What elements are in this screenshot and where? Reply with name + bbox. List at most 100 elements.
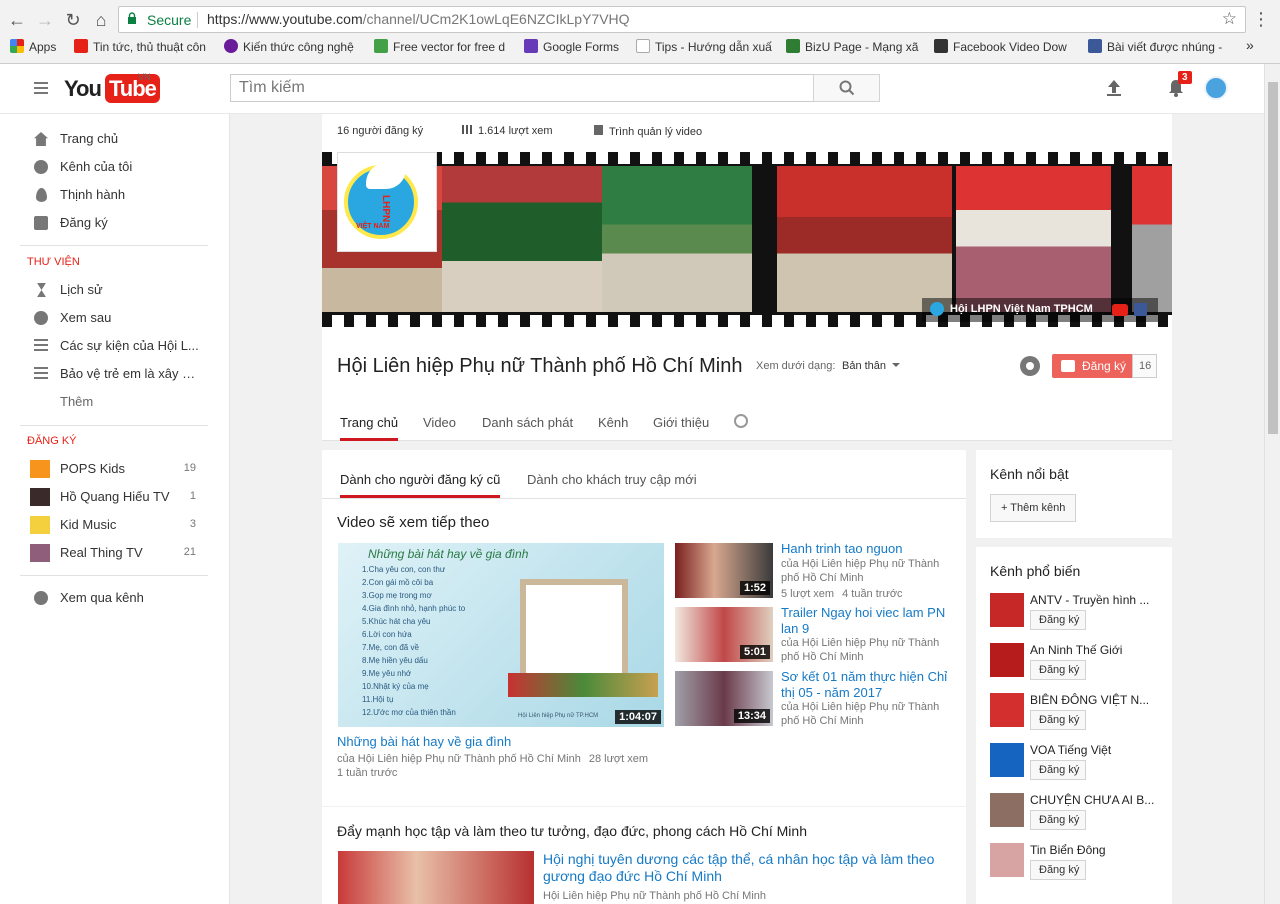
home-icon	[34, 132, 48, 146]
sidebar-sub-kid-music[interactable]: Kid Music 3	[0, 511, 230, 539]
subscribe-button[interactable]: Đăng ký	[1030, 660, 1086, 680]
banner-links[interactable]: Hội LHPN Việt Nam TPHCM	[922, 298, 1158, 322]
youtube-header: You Tube VN Tìm kiếm 3	[0, 64, 1264, 114]
subscribe-button[interactable]: Đăng ký	[1052, 354, 1132, 378]
flame-icon	[36, 188, 47, 202]
video-thumbnail[interactable]: 1:52	[675, 543, 773, 598]
bookmark-item[interactable]: Google Forms	[524, 39, 644, 54]
sidebar-item-trending[interactable]: Thịnh hành	[0, 181, 230, 209]
featured-video-title[interactable]: Những bài hát hay về gia đình	[337, 734, 511, 750]
popular-channels-heading: Kênh phổ biến	[990, 563, 1081, 579]
thumbnail-song-line: 6.Lời con hứa	[362, 630, 412, 639]
account-avatar[interactable]	[1204, 76, 1228, 100]
channel-thumbnail[interactable]	[990, 743, 1024, 777]
bookmark-apps[interactable]: Apps	[10, 39, 68, 54]
channel-thumbnail	[30, 460, 50, 478]
facebook-icon	[934, 39, 948, 53]
video-thumbnail[interactable]: 13:34	[675, 671, 773, 726]
tab-videos[interactable]: Video	[423, 415, 456, 441]
add-channel-button[interactable]: + Thêm kênh	[990, 494, 1076, 522]
tab-channels[interactable]: Kênh	[598, 415, 628, 441]
playlist-icon	[34, 367, 48, 381]
bookmarks-overflow[interactable]: »	[1246, 37, 1254, 53]
back-icon[interactable]: ←	[6, 9, 28, 31]
gear-icon[interactable]	[1020, 356, 1040, 376]
bookmark-star-icon[interactable]: ☆	[1222, 9, 1237, 29]
channel-search-icon[interactable]	[734, 414, 748, 428]
tab-home[interactable]: Trang chủ	[340, 415, 399, 441]
sidebar-item-playlist[interactable]: Bảo vệ trẻ em là xây d...	[0, 360, 230, 388]
ribbon-illustration	[508, 673, 658, 697]
video-thumbnail[interactable]: 5:01	[675, 607, 773, 662]
featured-video-thumbnail[interactable]: Những bài hát hay về gia đình 1.Cha yêu …	[338, 543, 664, 727]
search-button[interactable]	[813, 74, 880, 102]
subtab-returning[interactable]: Dành cho người đăng ký cũ	[340, 472, 501, 498]
play-icon	[1061, 360, 1075, 372]
tab-playlists[interactable]: Danh sách phát	[482, 415, 573, 441]
forward-icon[interactable]: →	[34, 9, 56, 31]
channel-thumbnail[interactable]	[990, 843, 1024, 877]
popular-channel: Tin Biển Đông Đăng ký	[976, 841, 1172, 891]
search-input[interactable]: Tìm kiếm	[230, 74, 814, 102]
view-as-dropdown[interactable]: Bản thân	[842, 360, 901, 372]
bookmark-item[interactable]: Kiến thức công nghệ	[224, 39, 360, 54]
guide-menu-icon[interactable]	[34, 82, 48, 94]
download-arrow-icon	[374, 39, 388, 53]
channel-thumbnail[interactable]	[990, 693, 1024, 727]
sidebar-item-home[interactable]: Trang chủ	[0, 125, 230, 153]
tab-about[interactable]: Giới thiệu	[653, 415, 709, 441]
sidebar-item-subscriptions[interactable]: Đăng ký	[0, 209, 230, 237]
address-bar[interactable]: Secure https://www.youtube.com/channel/U…	[118, 6, 1246, 33]
bookmark-item[interactable]: Bài viết được nhúng -	[1088, 39, 1228, 54]
bookmark-item[interactable]: Facebook Video Dow	[934, 39, 1074, 54]
browser-menu-icon[interactable]: ⋮	[1252, 9, 1270, 30]
subscribe-button[interactable]: Đăng ký	[1030, 760, 1086, 780]
page-scrollbar[interactable]	[1264, 64, 1280, 904]
bookmark-item[interactable]: Tin tức, thủ thuật côn	[74, 39, 210, 54]
facebook-icon	[1088, 39, 1102, 53]
reload-icon[interactable]: ↻	[62, 9, 84, 31]
sidebar-item-watch-later[interactable]: Xem sau	[0, 304, 230, 332]
sidebar-item-history[interactable]: Lịch sử	[0, 276, 230, 304]
subtab-new-visitors[interactable]: Dành cho khách truy cập mới	[527, 472, 697, 498]
subscribe-button[interactable]: Đăng ký	[1030, 610, 1086, 630]
sidebar-item-more[interactable]: Thêm	[0, 388, 230, 416]
popular-channels-box: Kênh phổ biến ANTV - Truyền hình ... Đăng…	[976, 547, 1172, 904]
subscriptions-heading: ĐĂNG KÝ	[27, 435, 77, 447]
sidebar-sub-ho-quang-hieu[interactable]: Hồ Quang Hiếu TV 1	[0, 483, 230, 511]
subscribe-button[interactable]: Đăng ký	[1030, 810, 1086, 830]
sidebar-sub-real-thing-tv[interactable]: Real Thing TV 21	[0, 539, 230, 567]
add-circle-icon	[34, 591, 48, 605]
video-manager-link[interactable]: Trình quản lý video	[594, 125, 702, 138]
video-title[interactable]: Hội nghị tuyên dương các tập thể, cá nhâ…	[543, 851, 943, 885]
section-title: Đẩy mạnh học tập và làm theo tư tưởng, đ…	[337, 823, 807, 839]
bookmark-item[interactable]: Free vector for free d	[374, 39, 510, 54]
subscribe-button[interactable]: Đăng ký	[1030, 860, 1086, 880]
sidebar-sub-pops-kids[interactable]: POPS Kids 19	[0, 455, 230, 483]
video-channel: Hội Liên hiệp Phụ nữ Thành phố Hồ Chí Mi…	[543, 890, 767, 902]
video-title[interactable]: Hanh trinh tao nguon	[781, 541, 902, 557]
popular-channel: CHUYỆN CHƯA AI B... Đăng ký	[976, 791, 1172, 841]
home-icon[interactable]: ⌂	[90, 9, 112, 31]
video-title[interactable]: Sơ kết 01 năm thực hiện Chỉ thị 05 - năm…	[781, 669, 956, 701]
facebook-icon[interactable]	[1134, 303, 1147, 316]
sidebar-item-my-channel[interactable]: Kênh của tôi	[0, 153, 230, 181]
sidebar-item-playlist[interactable]: Các sự kiện của Hội L...	[0, 332, 230, 360]
channel-thumbnail[interactable]	[990, 593, 1024, 627]
channel-logo[interactable]: LHPN VIỆT NAM	[337, 152, 437, 252]
subscribe-button[interactable]: Đăng ký	[1030, 710, 1086, 730]
scrollbar-thumb[interactable]	[1268, 82, 1278, 434]
channel-thumbnail[interactable]	[990, 793, 1024, 827]
video-thumbnail[interactable]	[338, 851, 534, 904]
sidebar-item-browse-channels[interactable]: Xem qua kênh	[0, 584, 230, 612]
video-duration: 1:04:07	[615, 710, 661, 724]
clock-icon	[34, 311, 48, 325]
channel-thumbnail[interactable]	[990, 643, 1024, 677]
bookmark-item[interactable]: BizU Page - Mạng xã	[786, 39, 920, 54]
url-text[interactable]: https://www.youtube.com/channel/UCm2K1ow…	[207, 11, 630, 27]
youtube-icon[interactable]	[1112, 304, 1128, 316]
video-title[interactable]: Trailer Ngay hoi viec lam PN lan 9	[781, 605, 956, 637]
bookmark-item[interactable]: Tips - Hướng dẫn xuấ	[636, 39, 772, 54]
upload-icon[interactable]	[1104, 78, 1124, 98]
feed-section-hcm: Đẩy mạnh học tập và làm theo tư tưởng, đ…	[322, 807, 966, 904]
